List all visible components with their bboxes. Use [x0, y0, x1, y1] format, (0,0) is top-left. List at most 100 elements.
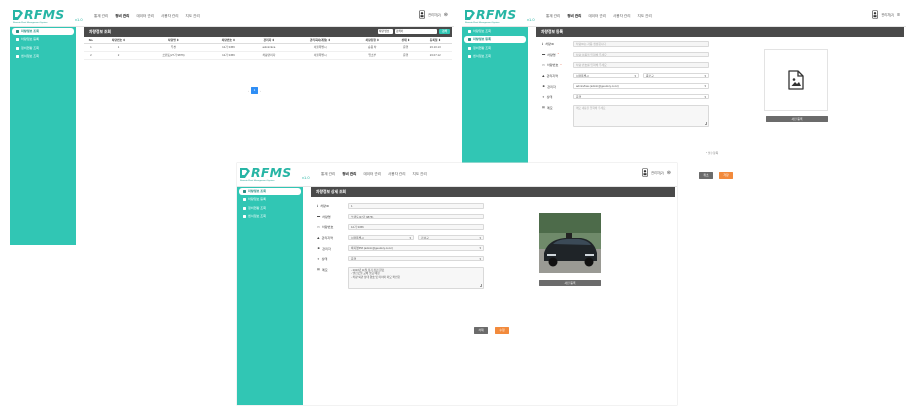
table-row[interactable]: 2 2 쏘렌토(27가 9876) 12가 3456 차량관리자 서울특별시 업… [84, 51, 452, 60]
status-icon: ✦ [542, 94, 545, 99]
vehicle-name-input[interactable]: 차량 이름을 입력해 주세요 [573, 51, 709, 58]
page-title-bar: 차량정보 상세 조회 [311, 187, 675, 197]
sidebar-item-sensor[interactable]: 센서정보 조회 [12, 53, 74, 60]
vehicle-detail-window: RFMS v1.0 Remote Fleet Management System… [237, 163, 677, 405]
edit-button[interactable]: 수정 [495, 327, 509, 334]
version-label: v1.0 [302, 175, 310, 180]
memo-textarea[interactable]: - 2023년 11월 정기 점검 완료 - 엔진오일 교체 필요 예정 - 차… [348, 266, 484, 289]
nav-map[interactable]: 지도 관리 [186, 14, 200, 19]
nav-stats[interactable]: 통계 관리 [546, 14, 560, 19]
sidebar-item-maintenance[interactable]: 정비현황 조회 [464, 45, 526, 52]
region-city-select[interactable]: 서울특별시 [573, 72, 639, 79]
prev-page-icon[interactable]: ‹ [248, 89, 249, 93]
label-text: 메모 [321, 267, 328, 272]
vehicle-name-field[interactable]: 쏘렌토(27가 9876) [348, 213, 484, 220]
sidebar-item-sensor[interactable]: 센서정보 조회 [239, 213, 301, 220]
sidebar-label: 정비현황 조회 [248, 205, 266, 210]
logout-icon[interactable]: ⊜ [444, 12, 448, 18]
sidebar-item-vehicle-register[interactable]: 차량정보 등록 [12, 36, 74, 43]
vehicle-id-field: 1 [348, 203, 484, 209]
form-row-status: ✦ 상태 운행 [536, 93, 776, 102]
menu-icon[interactable]: ≡ [897, 12, 900, 18]
nav-stats[interactable]: 통계 관리 [321, 172, 335, 177]
sidebar-item-vehicle-register[interactable]: 차량정보 등록 [464, 36, 526, 44]
vehicle-id-field: 차량ID는 자동 생성됩니다 [573, 41, 709, 47]
label-text: 차량번호 [321, 225, 334, 230]
search-button[interactable]: 검색 [439, 29, 450, 34]
plate-number-input[interactable]: 차량 번호를 입력해 주세요 [573, 62, 709, 68]
page-title-bar: 차량정보 등록 [536, 27, 904, 37]
nav-map[interactable]: 지도 관리 [413, 172, 427, 177]
user-badge-icon [642, 168, 648, 177]
main-nav: 통계 관리 정비 관리 데이터 관리 사용자 관리 지도 관리 [94, 14, 200, 19]
photo-upload-button[interactable]: 사진 등록 [766, 116, 828, 122]
field-label: ▤ 메모 [311, 267, 348, 273]
region-district-select[interactable]: 종로구 [643, 72, 709, 79]
next-page-icon[interactable]: › [260, 89, 261, 93]
status-icon: ✦ [317, 256, 320, 261]
status-select[interactable]: 운행 [348, 255, 484, 262]
table-cell: 12가 3456 [207, 43, 250, 52]
photo-placeholder [764, 49, 828, 111]
memo-icon: ▤ [317, 267, 320, 272]
manager-select[interactable]: admin/bas (admin@geodory.co.kr) [573, 83, 709, 89]
rfms-logo[interactable]: RFMS v1.0 Remote Fleet Management System [12, 7, 83, 24]
memo-icon: ▤ [542, 105, 545, 110]
logo-tagline: Remote Fleet Management System [465, 21, 500, 24]
memo-textarea[interactable]: 메모 내용을 입력해 주세요 [573, 104, 709, 127]
main-nav: 통계 관리 정비 관리 데이터 관리 사용자 관리 지도 관리 [546, 14, 652, 19]
required-note: * 필수항목 [706, 151, 719, 155]
sidebar-item-maintenance[interactable]: 정비현황 조회 [239, 205, 301, 212]
sensor-icon [468, 54, 471, 58]
sidebar-item-vehicle-register[interactable]: 차량정보 등록 [239, 196, 301, 203]
nav-map[interactable]: 지도 관리 [638, 14, 652, 19]
delete-button[interactable]: 삭제 [474, 327, 488, 334]
resize-handle-icon[interactable] [704, 122, 707, 125]
region-district-select[interactable]: 강서구 [418, 234, 484, 241]
page-number-button[interactable]: 1 [251, 87, 258, 94]
label-text: 메모 [546, 105, 553, 110]
search-bar: 차량 번호 검색어 검색 [378, 29, 450, 34]
nav-stats[interactable]: 통계 관리 [94, 14, 108, 19]
nav-users[interactable]: 사용자 관리 [388, 172, 406, 177]
table-cell: 운행 [392, 51, 419, 60]
label-text: 상태 [546, 95, 553, 100]
search-input[interactable]: 검색어 [395, 29, 437, 34]
nav-maintenance[interactable]: 정비 관리 [567, 14, 581, 19]
sidebar-label: 정비현황 조회 [473, 45, 491, 50]
field-label: ☻ 관리자 [536, 83, 573, 89]
region-selects: 서울특별시 종로구 [573, 72, 709, 79]
logout-icon[interactable]: ⊜ [667, 170, 671, 176]
search-type-select[interactable]: 차량 번호 [378, 29, 393, 34]
resize-handle-icon[interactable] [479, 284, 482, 287]
plate-number-field[interactable]: 12가 3456 [348, 224, 484, 230]
nav-maintenance[interactable]: 정비 관리 [342, 172, 356, 177]
car-icon: ▬ [317, 214, 321, 219]
rfms-logo[interactable]: RFMS v1.0 Remote Fleet Management System [239, 165, 310, 182]
sidebar-item-vehicle-list[interactable]: 차량정보 조회 [12, 28, 74, 36]
sidebar-item-vehicle-list[interactable]: 차량정보 조회 [464, 28, 526, 35]
sidebar-item-sensor[interactable]: 센서정보 조회 [464, 53, 526, 60]
user-badge-icon [872, 10, 879, 19]
field-label: ▬ 차량명 [311, 214, 348, 220]
nav-maintenance[interactable]: 정비 관리 [115, 14, 129, 19]
table-row[interactable]: 1 1 투싼 12가 3456 admin/kca 서울특별시 승용 차 운행 … [84, 43, 452, 52]
photo-upload-button[interactable]: 사진 등록 [539, 280, 601, 286]
sidebar-item-maintenance[interactable]: 정비현황 조회 [12, 45, 74, 52]
table-cell: 서울특별시 [288, 43, 352, 52]
region-city-select[interactable]: 서울특별시 [348, 234, 414, 241]
manager-select[interactable]: 박지영PM (admin@geodory.co.kr) [348, 245, 484, 251]
nav-users[interactable]: 사용자 관리 [161, 14, 179, 19]
nav-data[interactable]: 데이터 관리 [363, 172, 381, 177]
save-button[interactable]: 저장 [719, 172, 733, 179]
cancel-button[interactable]: 취소 [699, 172, 713, 179]
user-icon: ☻ [542, 84, 546, 89]
rfms-logo[interactable]: RFMS v1.0 Remote Fleet Management System [464, 7, 535, 24]
sidebar-item-vehicle-list[interactable]: 차량정보 조회 [239, 188, 301, 196]
sidebar-label: 차량정보 등록 [248, 197, 266, 202]
vehicle-table: No. 차량번호 ⇕ 차량명 ⇕ 차량번호 ⇕ 관리자 ⇕ 관리회사(계정) ⇕… [84, 37, 452, 60]
status-select[interactable]: 운행 [573, 93, 709, 100]
nav-users[interactable]: 사용자 관리 [613, 14, 631, 19]
nav-data[interactable]: 데이터 관리 [136, 14, 154, 19]
nav-data[interactable]: 데이터 관리 [588, 14, 606, 19]
